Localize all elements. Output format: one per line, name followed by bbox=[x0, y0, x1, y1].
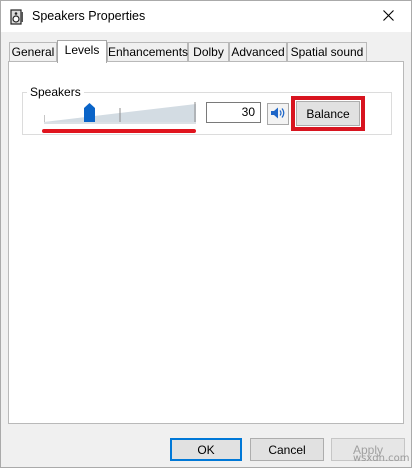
watermark-text: wsxdn.com bbox=[353, 453, 410, 464]
ok-button[interactable]: OK bbox=[170, 438, 242, 461]
cancel-button[interactable]: Cancel bbox=[250, 438, 324, 461]
speaker-device-icon bbox=[10, 9, 24, 25]
speakers-properties-dialog: Speakers Properties General Levels Enhan… bbox=[0, 0, 412, 468]
red-underline-annotation bbox=[42, 129, 196, 133]
tab-enhancements[interactable]: Enhancements bbox=[107, 42, 188, 62]
tab-spatial-sound[interactable]: Spatial sound bbox=[287, 42, 367, 62]
levels-panel: Speakers 30 Balance bbox=[8, 61, 404, 424]
slider-thumb[interactable] bbox=[84, 103, 95, 122]
speaker-volume-icon bbox=[270, 106, 286, 123]
window-title: Speakers Properties bbox=[32, 9, 146, 23]
speakers-group-label: Speakers bbox=[27, 85, 84, 99]
volume-slider[interactable] bbox=[44, 100, 196, 126]
tab-dolby[interactable]: Dolby bbox=[188, 42, 229, 62]
tab-levels[interactable]: Levels bbox=[57, 40, 107, 63]
balance-button[interactable]: Balance bbox=[296, 101, 360, 126]
close-icon bbox=[382, 9, 394, 24]
close-button[interactable] bbox=[365, 1, 411, 32]
mute-button[interactable] bbox=[267, 103, 289, 125]
slider-track bbox=[44, 102, 196, 124]
title-bar[interactable]: Speakers Properties bbox=[1, 1, 411, 32]
tab-advanced[interactable]: Advanced bbox=[229, 42, 287, 62]
volume-level-field[interactable]: 30 bbox=[206, 102, 261, 123]
tab-general[interactable]: General bbox=[9, 42, 57, 62]
